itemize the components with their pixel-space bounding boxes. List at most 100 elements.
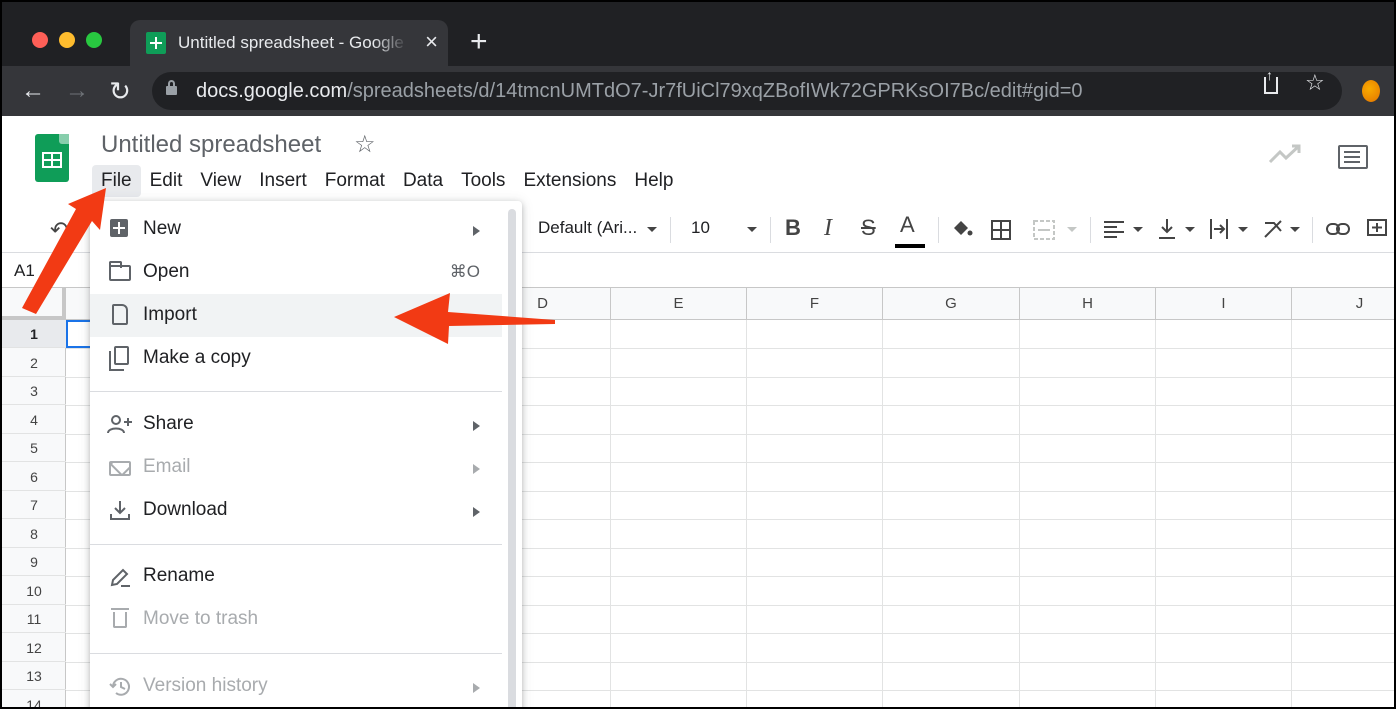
name-box[interactable]: A1 bbox=[14, 261, 35, 281]
file-menu-version-history[interactable]: Version history bbox=[90, 665, 502, 707]
menu-edit[interactable]: Edit bbox=[141, 165, 192, 197]
menu-data[interactable]: Data bbox=[394, 165, 452, 197]
row-header[interactable]: 13 bbox=[2, 662, 66, 690]
url-text[interactable]: docs.google.com/spreadsheets/d/14tmcnUMT… bbox=[196, 80, 1083, 103]
file-menu-download[interactable]: Download bbox=[90, 489, 502, 532]
menu-extensions[interactable]: Extensions bbox=[514, 165, 625, 197]
row-header[interactable]: 1 bbox=[2, 320, 66, 348]
menu-view[interactable]: View bbox=[191, 165, 250, 197]
document-title[interactable]: Untitled spreadsheet bbox=[101, 131, 321, 159]
new-tab-button[interactable]: + bbox=[470, 27, 488, 57]
menu-help[interactable]: Help bbox=[625, 165, 682, 197]
toolbar-divider bbox=[938, 217, 939, 243]
menu-tools[interactable]: Tools bbox=[452, 165, 514, 197]
comment-add-icon[interactable] bbox=[1366, 218, 1388, 240]
row-header[interactable]: 6 bbox=[2, 463, 66, 491]
grid-line bbox=[1291, 320, 1292, 707]
submenu-arrow-icon bbox=[473, 507, 480, 517]
align-left-icon[interactable] bbox=[1103, 219, 1125, 239]
column-header-i[interactable]: I bbox=[1155, 288, 1291, 320]
maximize-window-button[interactable] bbox=[86, 32, 102, 48]
strikethrough-button[interactable]: S bbox=[861, 215, 876, 241]
explore-trend-icon[interactable] bbox=[1268, 142, 1302, 166]
minimize-window-button[interactable] bbox=[59, 32, 75, 48]
menu-insert[interactable]: Insert bbox=[250, 165, 316, 197]
file-menu-new[interactable]: New bbox=[90, 208, 502, 251]
reload-button[interactable]: ↻ bbox=[105, 76, 135, 106]
row-header[interactable]: 8 bbox=[2, 520, 66, 548]
close-window-button[interactable] bbox=[32, 32, 48, 48]
row-header[interactable]: 3 bbox=[2, 377, 66, 405]
star-icon[interactable]: ☆ bbox=[354, 130, 376, 159]
sheets-logo-icon[interactable] bbox=[35, 134, 69, 182]
text-wrap-icon[interactable] bbox=[1208, 217, 1230, 241]
address-bar[interactable]: docs.google.com/spreadsheets/d/14tmcnUMT… bbox=[152, 72, 1342, 110]
valign-bottom-icon[interactable] bbox=[1157, 217, 1177, 241]
url-path: /spreadsheets/d/14tmcnUMTdO7-Jr7fUiCl79x… bbox=[347, 80, 1083, 102]
toolbar-divider bbox=[1312, 217, 1313, 243]
text-color-swatch bbox=[895, 244, 925, 248]
grid-line bbox=[882, 320, 883, 707]
row-header[interactable]: 12 bbox=[2, 634, 66, 662]
font-size-select[interactable]: 10 bbox=[691, 218, 710, 238]
share-page-icon[interactable] bbox=[1264, 67, 1278, 94]
column-header-j[interactable]: J bbox=[1291, 288, 1394, 320]
browser-tab[interactable]: Untitled spreadsheet - Google Sheets × bbox=[130, 20, 448, 66]
menu-file[interactable]: File bbox=[92, 165, 141, 197]
file-menu-share[interactable]: Share bbox=[90, 403, 502, 446]
italic-button[interactable]: I bbox=[824, 215, 832, 241]
row-header[interactable]: 2 bbox=[2, 349, 66, 377]
column-header-f[interactable]: F bbox=[746, 288, 882, 320]
select-all-corner[interactable] bbox=[2, 288, 66, 320]
menu-item-label: Version history bbox=[143, 675, 268, 696]
new-icon bbox=[110, 219, 128, 237]
comments-icon[interactable] bbox=[1338, 145, 1368, 169]
grid-line bbox=[1019, 320, 1020, 707]
grid-line bbox=[1155, 320, 1156, 707]
undo-icon[interactable]: ↶ bbox=[50, 217, 68, 243]
menu-format[interactable]: Format bbox=[316, 165, 394, 197]
row-header[interactable]: 11 bbox=[2, 605, 66, 633]
row-header[interactable]: 10 bbox=[2, 577, 66, 605]
file-menu-rename[interactable]: Rename bbox=[90, 555, 502, 598]
row-header[interactable]: 14 bbox=[2, 691, 66, 708]
toolbar-divider bbox=[770, 217, 771, 243]
link-icon[interactable] bbox=[1325, 221, 1351, 237]
row-header-column: 1 2 3 4 5 6 7 8 9 10 11 12 13 14 bbox=[2, 320, 66, 708]
back-button[interactable]: ← bbox=[18, 76, 48, 106]
shortcut-label: ⌘O bbox=[449, 262, 480, 281]
column-header-e[interactable]: E bbox=[610, 288, 746, 320]
font-family-select[interactable]: Default (Ari... bbox=[538, 218, 637, 238]
tab-close-icon[interactable]: × bbox=[425, 31, 438, 53]
menu-scrollbar[interactable] bbox=[508, 209, 516, 707]
file-menu-email[interactable]: Email bbox=[90, 446, 502, 489]
paint-bucket-icon[interactable] bbox=[950, 218, 974, 240]
menu-item-label: Rename bbox=[143, 565, 215, 586]
file-menu-make-copy[interactable]: Make a copy bbox=[90, 337, 502, 380]
menu-divider bbox=[90, 653, 502, 654]
lock-icon[interactable] bbox=[166, 80, 177, 95]
column-header-g[interactable]: G bbox=[882, 288, 1019, 320]
menu-item-label: Share bbox=[143, 413, 194, 434]
column-header-h[interactable]: H bbox=[1019, 288, 1155, 320]
menu-item-label: Import bbox=[143, 304, 197, 325]
submenu-arrow-icon bbox=[473, 683, 480, 693]
file-menu-open[interactable]: Open ⌘O bbox=[90, 251, 502, 294]
extension-icon[interactable] bbox=[1362, 80, 1380, 102]
row-header[interactable]: 7 bbox=[2, 491, 66, 519]
text-rotate-icon[interactable] bbox=[1262, 217, 1284, 241]
file-menu-import[interactable]: Import bbox=[90, 294, 502, 337]
file-menu-move-to-trash[interactable]: Move to trash bbox=[90, 598, 502, 641]
bookmark-star-icon[interactable]: ☆ bbox=[1305, 70, 1325, 96]
forward-button[interactable]: → bbox=[62, 76, 92, 106]
row-header[interactable]: 5 bbox=[2, 434, 66, 462]
row-header[interactable]: 9 bbox=[2, 548, 66, 576]
text-color-button[interactable]: A bbox=[900, 212, 915, 238]
merge-cells-icon[interactable] bbox=[1032, 219, 1056, 241]
download-icon bbox=[110, 501, 130, 520]
menu-divider bbox=[90, 544, 502, 545]
bold-button[interactable]: B bbox=[785, 215, 801, 241]
borders-icon[interactable] bbox=[990, 219, 1012, 241]
chevron-down-icon bbox=[1238, 227, 1248, 232]
row-header[interactable]: 4 bbox=[2, 406, 66, 434]
